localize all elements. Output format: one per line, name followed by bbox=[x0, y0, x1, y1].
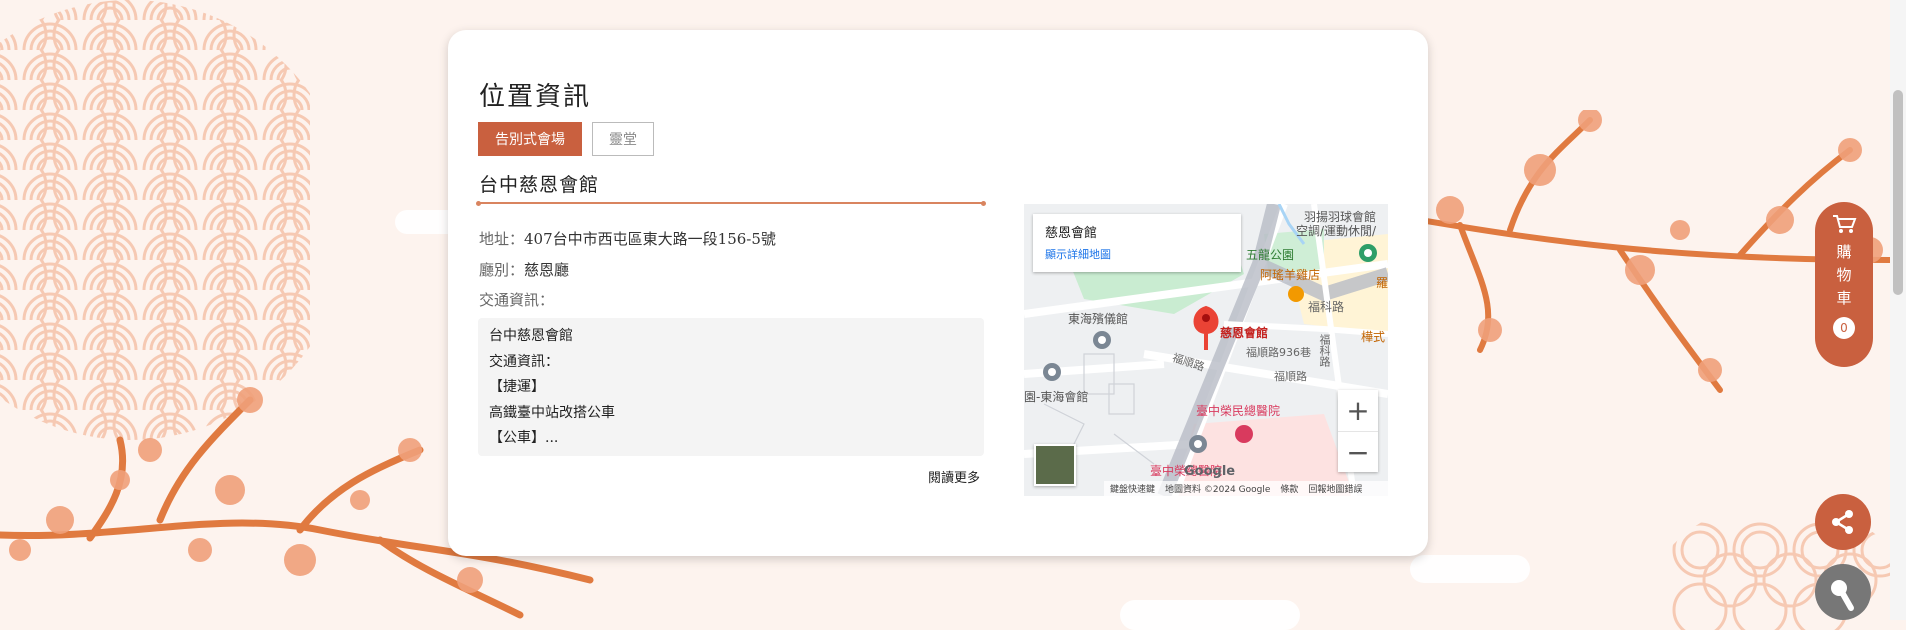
map-label: 五龍公園 bbox=[1246, 248, 1295, 262]
map-label: 福順路 bbox=[1274, 370, 1307, 383]
traffic-line: 交通資訊： bbox=[489, 353, 559, 370]
map-footer: 鍵盤快速鍵 地圖資料 ©2024 Google 條款 回報地圖錯誤 bbox=[1104, 481, 1388, 496]
zoom-in-button[interactable]: + bbox=[1338, 390, 1378, 432]
shopping-cart-button[interactable]: 購物車 0 bbox=[1815, 202, 1873, 367]
cart-label: 購物車 bbox=[1834, 244, 1853, 313]
report-error-link[interactable]: 回報地圖錯誤 bbox=[1308, 482, 1362, 495]
map-label: 空調/運動休閒/ bbox=[1296, 224, 1377, 238]
keyboard-shortcuts-link[interactable]: 鍵盤快速鍵 bbox=[1110, 482, 1155, 495]
venue-name: 台中慈恩會館 bbox=[479, 174, 600, 196]
read-more-link[interactable]: 閱讀更多 bbox=[928, 467, 980, 486]
map-label: 羅 bbox=[1376, 276, 1388, 290]
traffic-line: 高鐵臺中站改搭公車 bbox=[489, 404, 615, 421]
google-logo: Google bbox=[1184, 464, 1236, 479]
venue-tabs: 告別式會場 靈堂 bbox=[478, 122, 654, 156]
tool-icon bbox=[1831, 580, 1854, 611]
scrollbar-thumb[interactable] bbox=[1893, 90, 1903, 295]
hall-row: 廳別：慈恩廳 bbox=[479, 259, 569, 280]
cart-count-badge: 0 bbox=[1833, 317, 1855, 339]
terms-link[interactable]: 條款 bbox=[1280, 482, 1298, 495]
zoom-out-button[interactable]: − bbox=[1338, 432, 1378, 473]
address-value: 407台中市西屯區東大路一段156-5號 bbox=[524, 230, 776, 248]
traffic-label: 交通資訊： bbox=[479, 291, 555, 309]
share-button[interactable] bbox=[1815, 494, 1871, 550]
section-title: 位置資訊 bbox=[479, 82, 592, 112]
hall-value: 慈恩廳 bbox=[524, 261, 570, 279]
map-label: 阿瑤羊雞店 bbox=[1260, 268, 1321, 282]
cloud-decoration bbox=[1120, 600, 1300, 630]
map-label: 福科路 bbox=[1308, 300, 1345, 314]
tool-button[interactable] bbox=[1815, 564, 1871, 620]
tab-funeral-venue[interactable]: 告別式會場 bbox=[478, 122, 582, 156]
cloud-decoration bbox=[1410, 555, 1530, 583]
hall-label: 廳別： bbox=[479, 261, 525, 279]
zoom-controls: + − bbox=[1338, 390, 1378, 472]
map-data-text: 地圖資料 ©2024 Google bbox=[1165, 485, 1271, 495]
map-place-card: 慈恩會館 顯示詳細地圖 bbox=[1033, 214, 1241, 272]
traffic-line: 台中慈恩會館 bbox=[489, 328, 573, 344]
traffic-info-box: 台中慈恩會館 交通資訊： 【捷運】 高鐵臺中站改搭公車 【公車】... bbox=[478, 318, 984, 456]
view-larger-map-link[interactable]: 顯示詳細地圖 bbox=[1045, 246, 1229, 262]
address-label: 地址： bbox=[479, 230, 525, 248]
google-map[interactable]: 羽揚羽球會館 空調/運動休閒/ 五龍公園 阿瑤羊雞店 福科路 羅 樺式 東海殯儀… bbox=[1024, 204, 1388, 496]
map-label: 樺式 bbox=[1361, 330, 1386, 344]
address-row: 地址：407台中市西屯區東大路一段156-5號 bbox=[479, 228, 776, 249]
traffic-line: 【捷運】 bbox=[489, 379, 545, 395]
map-pin-label: 慈恩會館 bbox=[1220, 326, 1269, 340]
divider bbox=[476, 200, 986, 206]
share-icon bbox=[1832, 510, 1853, 534]
map-label: 東海殯儀館 bbox=[1068, 312, 1129, 326]
cart-icon bbox=[1833, 215, 1857, 233]
map-place-name: 慈恩會館 bbox=[1045, 226, 1098, 241]
map-label: 園-東海會館 bbox=[1024, 390, 1089, 404]
satellite-toggle[interactable] bbox=[1034, 444, 1076, 486]
tab-memorial-hall[interactable]: 靈堂 bbox=[592, 122, 654, 156]
traffic-line: 【公車】... bbox=[489, 430, 559, 446]
map-label: 福順路936巷 bbox=[1246, 346, 1311, 359]
location-info-card: 位置資訊 告別式會場 靈堂 台中慈恩會館 地址：407台中市西屯區東大路一段15… bbox=[448, 30, 1428, 556]
map-label: 臺中榮民總醫院 bbox=[1196, 404, 1281, 418]
map-label: 福科路 bbox=[1318, 334, 1331, 367]
